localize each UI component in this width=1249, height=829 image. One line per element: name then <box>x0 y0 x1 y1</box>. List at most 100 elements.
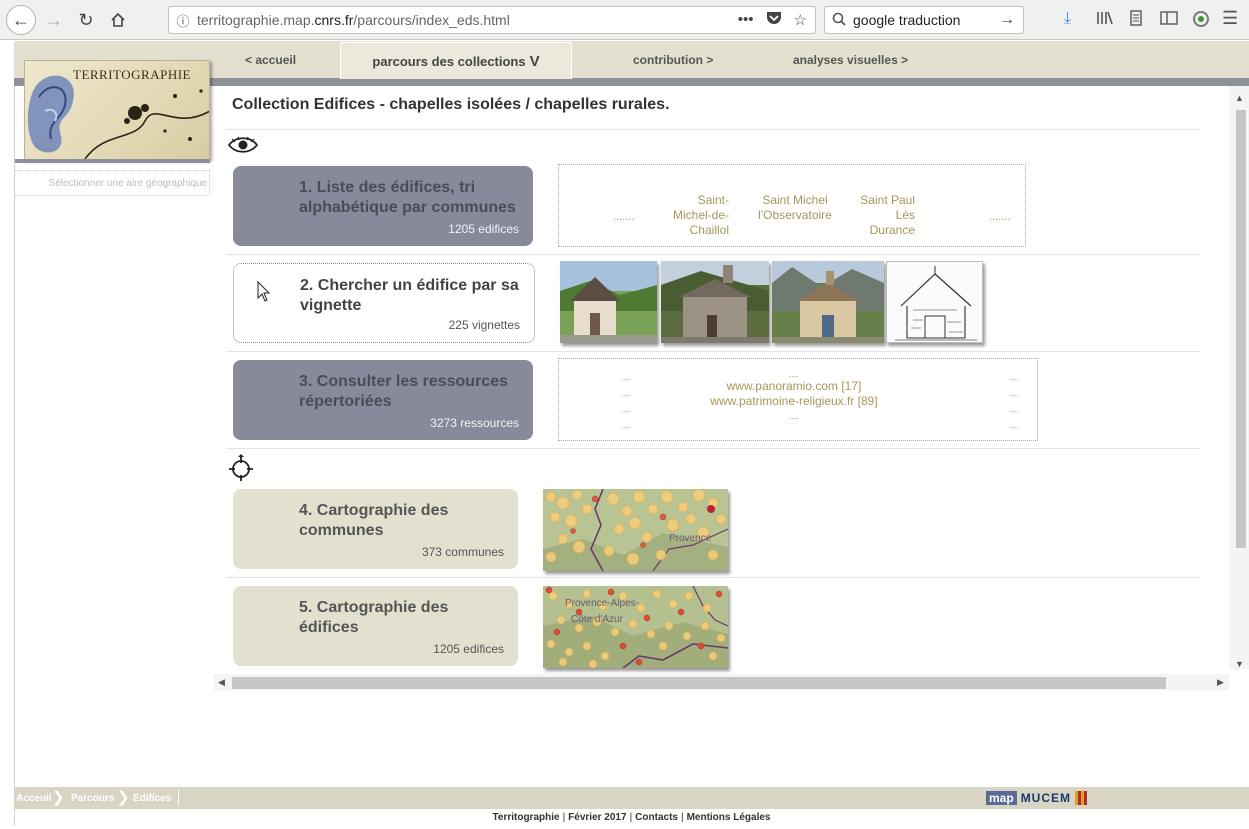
mucem-logo[interactable]: MUCEM <box>1021 791 1071 805</box>
nav-analyses-link[interactable]: analyses visuelles > <box>793 53 908 67</box>
chapel-thumbnail[interactable] <box>772 261 884 343</box>
resource-link-panoramio[interactable]: www.panoramio.com [17] <box>559 379 1029 394</box>
map-logo[interactable]: map <box>986 791 1017 805</box>
breadcrumb-edifices[interactable]: Edifices <box>133 793 171 804</box>
svg-text:Côte d'Azur: Côte d'Azur <box>571 614 624 625</box>
chevron-down-icon: V <box>529 53 540 70</box>
breadcrumb-chevron-icon: ❯ <box>117 789 130 806</box>
pocket-icon[interactable] <box>766 11 782 29</box>
card-count: 1205 edifices <box>448 222 519 236</box>
svg-text:Provence-Alpes-: Provence-Alpes- <box>565 598 639 609</box>
list-item-saint-paul-les-durance[interactable]: Saint Paul Lès Durance <box>855 193 915 238</box>
region-flag-icon[interactable] <box>1075 791 1088 805</box>
divider <box>226 577 1200 578</box>
edifices-map-thumbnail[interactable]: Provence-Alpes- Côte d'Azur <box>543 586 728 668</box>
card-title: 2. Chercher un édifice par sa vignette <box>300 277 519 314</box>
card-liste-edifices[interactable]: 1. Liste des édifices, tri alphabétique … <box>233 166 533 246</box>
geo-area-selector[interactable]: Sélectionner une aire géographique <box>14 170 210 196</box>
url-text[interactable]: territographie.map.cnrs.fr/parcours/inde… <box>197 12 738 28</box>
footer-separator: | <box>629 812 633 823</box>
search-input[interactable]: google traduction <box>853 12 999 28</box>
page-title: Collection Edifices - chapelles isolées … <box>232 96 670 113</box>
home-icon[interactable] <box>104 6 132 34</box>
dots-link[interactable]: .... <box>559 409 1029 423</box>
footer-date: Février 2017 <box>568 812 627 823</box>
search-bar[interactable]: google traduction → <box>824 6 1024 34</box>
mouse-cursor-icon <box>257 280 271 308</box>
forward-arrow-icon[interactable]: → <box>40 6 68 34</box>
reload-icon[interactable]: ↻ <box>72 6 100 34</box>
sidebar-divider <box>14 86 15 826</box>
dots-link[interactable]: .... <box>559 369 1029 379</box>
list-item-saint-michel-de-chaillol[interactable]: Saint-Michel-de-Chaillol <box>663 193 729 238</box>
reader-view-icon[interactable] <box>1128 10 1144 31</box>
footer-links: Territographie | Février 2017 | Contacts | Men… <box>14 812 1249 823</box>
eye-icon <box>227 136 259 159</box>
dots-link[interactable]: .... <box>1009 369 1019 385</box>
list-item-saint-michel-observatoire[interactable]: Saint Michel l'Observatoire <box>755 193 835 223</box>
chapel-thumbnail[interactable] <box>560 261 657 343</box>
list-dots-right[interactable]: ....... <box>989 211 1010 223</box>
crosshair-target-icon <box>228 454 254 487</box>
chapel-sketch-thumbnail[interactable] <box>886 261 983 343</box>
card-count: 1205 edifices <box>433 642 504 656</box>
card-chercher-vignette[interactable]: 2. Chercher un édifice par sa vignette 2… <box>233 263 535 343</box>
chapel-thumbnail[interactable] <box>661 261 769 343</box>
breadcrumb-end-divider <box>178 790 179 805</box>
dots-link[interactable]: .... <box>1009 417 1019 433</box>
nav-parcours-tab[interactable]: parcours des collections V <box>340 42 572 79</box>
browser-toolbar: ← → ↻ ⓘ territographie.map.cnrs.fr/parco… <box>0 0 1249 40</box>
nav-parcours-label: parcours des collections <box>372 54 526 69</box>
card-count: 3273 ressources <box>430 416 519 430</box>
list-preview-box: ....... Saint-Michel-de-Chaillol Saint M… <box>558 164 1026 247</box>
card-title: 5. Cartographie des édifices <box>299 599 449 636</box>
resources-links: .... www.panoramio.com [17] www.patrimoi… <box>559 369 1029 423</box>
card-cartographie-edifices[interactable]: 5. Cartographie des édifices 1205 edific… <box>233 586 518 666</box>
url-bar[interactable]: ⓘ territographie.map.cnrs.fr/parcours/in… <box>168 6 816 34</box>
menu-icon[interactable]: ☰ <box>1222 8 1238 29</box>
page-actions-icon[interactable]: ••• <box>738 11 754 29</box>
list-dots-left[interactable]: ....... <box>613 211 634 223</box>
card-ressources[interactable]: 3. Consulter les ressources répertoriées… <box>233 360 533 440</box>
extension-icon[interactable] <box>1192 10 1210 33</box>
logo-text: TERRITOGRAPHIE <box>73 67 191 82</box>
card-cartographie-communes[interactable]: 4. Cartographie des communes 373 commune… <box>233 489 518 569</box>
card-title: 4. Cartographie des communes <box>299 502 449 539</box>
scroll-left-arrow-icon[interactable]: ◀ <box>218 677 225 688</box>
nav-contribution-link[interactable]: contribution > <box>633 53 713 67</box>
breadcrumb-parcours[interactable]: Parcours <box>71 793 114 804</box>
communes-map-thumbnail[interactable]: Provence <box>543 489 728 571</box>
info-icon[interactable]: ⓘ <box>169 11 197 30</box>
footer-site-link[interactable]: Territographie <box>493 812 560 823</box>
svg-text:Provence: Provence <box>669 533 712 544</box>
web-page: < accueil parcours des collections V cont… <box>14 41 1249 829</box>
footer-contacts-link[interactable]: Contacts <box>635 812 678 823</box>
search-go-arrow-icon[interactable]: → <box>999 11 1023 29</box>
breadcrumb-acceuil[interactable]: Acceuil <box>16 793 52 804</box>
library-icon[interactable] <box>1096 10 1114 31</box>
search-icon <box>825 12 853 29</box>
divider <box>226 351 1200 352</box>
sidebar-toggle-icon[interactable] <box>1160 10 1178 31</box>
card-count: 373 communes <box>421 545 504 559</box>
resource-link-patrimoine[interactable]: www.patrimoine-religieux.fr [89] <box>559 394 1029 409</box>
divider <box>226 254 1200 255</box>
downloads-icon[interactable]: ⤓ <box>1064 10 1071 28</box>
dots-link[interactable]: .... <box>1009 401 1019 417</box>
footer-legal-link[interactable]: Mentions Légales <box>687 812 771 823</box>
vertical-scrollbar-thumb[interactable] <box>1236 110 1246 548</box>
scroll-up-arrow-icon[interactable]: ▲ <box>1235 93 1244 103</box>
scroll-down-arrow-icon[interactable]: ▼ <box>1235 659 1244 669</box>
site-logo[interactable]: TERRITOGRAPHIE <box>24 60 210 160</box>
card-title: 3. Consulter les ressources répertoriées <box>299 373 508 410</box>
nav-accueil-link[interactable]: < accueil <box>245 53 296 67</box>
scroll-right-arrow-icon[interactable]: ▶ <box>1217 677 1224 688</box>
footer-separator: | <box>680 812 684 823</box>
bookmark-star-icon[interactable]: ☆ <box>794 11 807 29</box>
back-arrow-icon[interactable]: ← <box>6 5 36 35</box>
resources-preview-box: .... .... .... .... .... www.panoramio.c… <box>558 358 1038 441</box>
logo-shadow-strip <box>14 159 210 163</box>
dots-link[interactable]: .... <box>1009 385 1019 401</box>
partner-logos: map MUCEM <box>986 791 1088 805</box>
horizontal-scrollbar-thumb[interactable] <box>232 677 1166 689</box>
